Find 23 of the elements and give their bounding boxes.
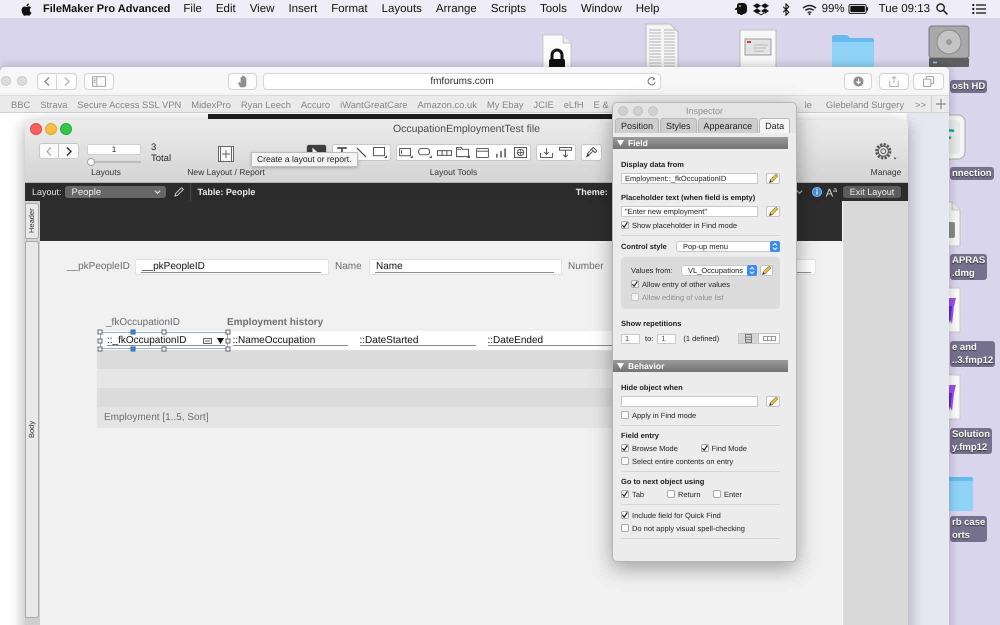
file-name-label: rb case orts	[950, 516, 988, 542]
battery-percentage: 99%	[822, 3, 845, 15]
file-name-label: Solution y.fmp12	[950, 428, 992, 454]
record-count: 3	[151, 142, 158, 153]
file-name-label: osh HD	[950, 80, 988, 93]
field-label: Number	[568, 261, 604, 273]
window-title: Inspector	[686, 106, 724, 116]
file-name-label: e and ..3.fmp12	[950, 341, 996, 367]
file-name-label: APRAS .dmg	[950, 254, 988, 280]
table-label: Table: People	[198, 187, 256, 197]
theme-label: Theme:	[576, 187, 608, 197]
toolbar-group-label: Layout Tools	[430, 167, 478, 177]
portal-heading: Employment history	[227, 317, 324, 329]
field-label: __pkPeopleID	[67, 261, 130, 273]
field-label: Name	[335, 261, 362, 273]
window-title: OccupationEmploymentTest file	[392, 123, 540, 135]
file-name-label: nnection	[950, 167, 994, 180]
portal-info-label: Employment [1..5, Sort]	[104, 412, 208, 423]
record-count-label: Total	[151, 153, 172, 164]
field-label: _fkOccupationID	[106, 317, 180, 329]
layout-label: Layout:	[32, 187, 62, 197]
tooltip: Create a layout or report.	[251, 152, 358, 167]
toolbar-group-label: Layouts	[91, 167, 121, 177]
